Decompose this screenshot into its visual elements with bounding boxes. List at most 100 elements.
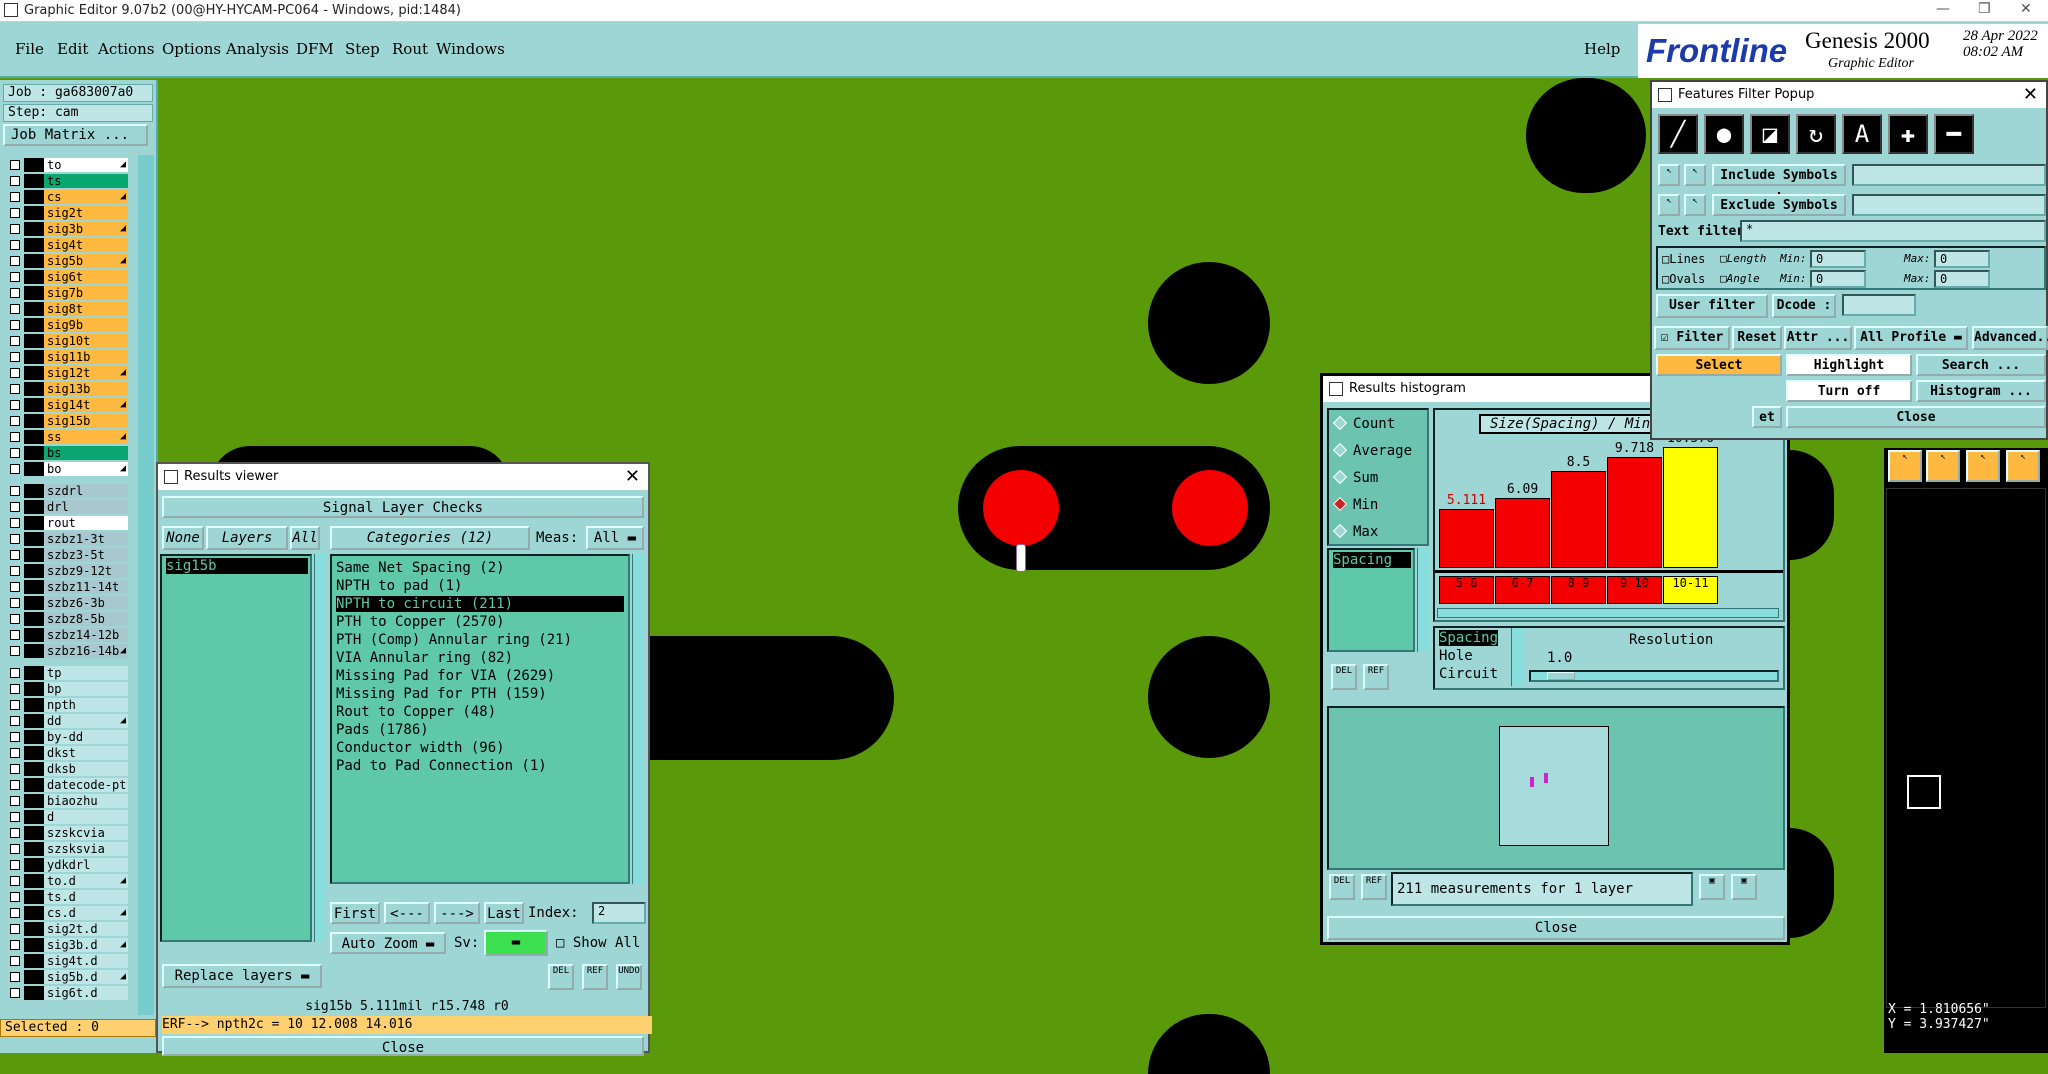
layer-checkbox[interactable] (10, 176, 20, 186)
histogram-bar[interactable] (1663, 447, 1718, 568)
close-icon[interactable]: ✕ (625, 464, 640, 490)
layer-name[interactable]: sig10t (44, 334, 128, 348)
layer-checkbox[interactable] (10, 876, 20, 886)
layer-checkbox[interactable] (10, 668, 20, 678)
layer-checkbox[interactable] (10, 908, 20, 918)
histogram-button[interactable]: Histogram ... (1916, 380, 2046, 402)
layer-checkbox[interactable] (10, 566, 20, 576)
mode-radio-min[interactable]: Min (1332, 496, 1378, 513)
histogram-bar[interactable] (1439, 509, 1494, 568)
layer-row[interactable]: sig5b.d ◢ (6, 970, 128, 984)
layer-row[interactable]: sig4t.d (6, 954, 128, 968)
layer-row[interactable]: rout (6, 516, 128, 530)
surface-filter-icon[interactable]: ◪ (1750, 114, 1790, 154)
layer-checkbox[interactable] (10, 796, 20, 806)
layer-name[interactable]: to.d ◢ (44, 874, 128, 888)
layer-row[interactable]: d (6, 810, 128, 824)
exclude-symbols-input[interactable] (1852, 194, 2046, 216)
layer-checkbox[interactable] (10, 384, 20, 394)
layer-name[interactable]: sig3b.d ◢ (44, 938, 128, 952)
layer-checkbox[interactable] (10, 464, 20, 474)
category-item[interactable]: Conductor width (96) (336, 740, 624, 756)
restore-icon[interactable]: ❐ (1978, 1, 1991, 17)
layer-name[interactable]: rout (44, 516, 128, 530)
histogram-bar[interactable] (1607, 457, 1662, 568)
layer-row[interactable]: sig15b (6, 414, 128, 428)
layer-row[interactable]: sig14t ◢ (6, 398, 128, 412)
layer-row[interactable]: sig7b (6, 286, 128, 300)
layer-row[interactable]: sig6t (6, 270, 128, 284)
none-button[interactable]: None (162, 526, 204, 550)
layer-row[interactable]: bs (6, 446, 128, 460)
category-item[interactable]: PTH to Copper (2570) (336, 614, 624, 630)
layer-name[interactable]: sig12t ◢ (44, 366, 128, 380)
lines-checkbox[interactable]: □Lines (1662, 252, 1705, 266)
layer-checkbox[interactable] (10, 502, 20, 512)
layer-row[interactable]: bp (6, 682, 128, 696)
angle-max-input[interactable]: 0 (1934, 270, 1990, 288)
layer-name[interactable]: ts (44, 174, 128, 188)
layer-name[interactable]: npth (44, 698, 128, 712)
layer-checkbox[interactable] (10, 630, 20, 640)
layer-checkbox[interactable] (10, 448, 20, 458)
layer-row[interactable]: sig8t (6, 302, 128, 316)
length-min-input[interactable]: 0 (1810, 250, 1866, 268)
highlight-button[interactable]: Highlight (1786, 354, 1912, 376)
layer-row[interactable]: biaozhu (6, 794, 128, 808)
layer-name[interactable]: sig5b.d ◢ (44, 970, 128, 984)
layer-checkbox[interactable] (10, 352, 20, 362)
layer-checkbox[interactable] (10, 924, 20, 934)
menu-dfm[interactable]: DFM (296, 40, 334, 58)
filter-toggle[interactable]: ☑ Filter (1654, 326, 1730, 350)
layer-row[interactable]: to.d ◢ (6, 874, 128, 888)
dcode-input[interactable] (1842, 294, 1916, 316)
negative-icon[interactable]: ━ (1934, 114, 1974, 154)
layer-row[interactable]: szbz1-3t (6, 532, 128, 546)
categories-button[interactable]: Categories (12) (330, 526, 530, 550)
layer-row[interactable]: cs ◢ (6, 190, 128, 204)
layer-row[interactable]: sig2t (6, 206, 128, 220)
layer-checkbox[interactable] (10, 988, 20, 998)
layer-name[interactable]: drl (44, 500, 128, 514)
show-all-checkbox[interactable]: □ Show All (556, 935, 640, 951)
replace-layers-dropdown[interactable]: Replace layers ▬ (162, 964, 322, 988)
layer-name[interactable]: sig8t (44, 302, 128, 316)
layer-row[interactable]: drl (6, 500, 128, 514)
histogram-bar[interactable] (1551, 471, 1606, 568)
close-icon[interactable]: ✕ (2020, 1, 2032, 17)
layer-name[interactable]: szbz1-3t (44, 532, 128, 546)
include-pick-icon[interactable]: ↖ (1658, 164, 1680, 186)
layer-row[interactable]: cs.d ◢ (6, 906, 128, 920)
layer-name[interactable]: sig9b (44, 318, 128, 332)
positive-icon[interactable]: ✚ (1888, 114, 1928, 154)
layer-scrollbar[interactable] (138, 155, 154, 1015)
layer-name[interactable]: cs.d ◢ (44, 906, 128, 920)
layer-checkbox[interactable] (10, 892, 20, 902)
text-filter-icon[interactable]: A (1842, 114, 1882, 154)
next-button[interactable]: ---> (434, 902, 480, 924)
category-item[interactable]: Rout to Copper (48) (336, 704, 624, 720)
layers-button[interactable]: Layers (206, 526, 288, 550)
first-button[interactable]: First (330, 902, 380, 924)
select-button[interactable]: Select (1656, 354, 1782, 376)
layer-name[interactable]: cs ◢ (44, 190, 128, 204)
text-filter-input[interactable]: * (1740, 220, 2046, 242)
layer-row[interactable]: datecode-pt (6, 778, 128, 792)
layer-name[interactable]: dkst (44, 746, 128, 760)
layer-checkbox[interactable] (10, 208, 20, 218)
exclude-symbols-label[interactable]: Exclude Symbols : (1712, 194, 1846, 233)
angle-checkbox[interactable]: □Angle (1720, 272, 1760, 285)
layer-checkbox[interactable] (10, 160, 20, 170)
layer-checkbox[interactable] (10, 684, 20, 694)
layer-name[interactable]: to ◢ (44, 158, 128, 172)
reset-partial-button[interactable]: et (1752, 406, 1782, 428)
user-filter-button[interactable]: User filter ... (1656, 294, 1768, 333)
layer-row[interactable]: szsksvia (6, 842, 128, 856)
turn-off-button[interactable]: Turn off (1786, 380, 1912, 402)
layer-row[interactable]: dkst (6, 746, 128, 760)
layer-checkbox[interactable] (10, 764, 20, 774)
layer-row[interactable]: sig3b.d ◢ (6, 938, 128, 952)
layer-checkbox[interactable] (10, 550, 20, 560)
layer-name[interactable]: szbz16-14b ◢ (44, 644, 128, 658)
layer-checkbox[interactable] (10, 224, 20, 234)
